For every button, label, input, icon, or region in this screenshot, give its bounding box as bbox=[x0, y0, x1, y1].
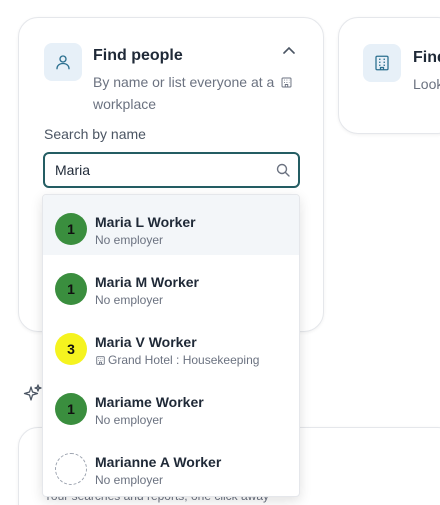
chevron-up-icon[interactable] bbox=[281, 42, 297, 58]
search-input-value[interactable]: Maria bbox=[55, 162, 90, 178]
result-employer: No employer bbox=[95, 233, 164, 247]
building-icon bbox=[95, 355, 106, 369]
find-people-description: By name or list everyone at a workplace bbox=[93, 72, 308, 114]
sparkle-icon bbox=[22, 383, 44, 405]
result-employer-text: Grand Hotel : Housekeeping bbox=[108, 353, 260, 367]
status-badge bbox=[55, 453, 87, 485]
result-name: Maria V Worker bbox=[95, 334, 197, 350]
result-item[interactable]: 3 Maria V Worker Grand Hotel : Housekeep… bbox=[43, 315, 299, 375]
result-name: Maria L Worker bbox=[95, 214, 196, 230]
status-badge: 1 bbox=[55, 273, 87, 305]
result-item[interactable]: 1 Maria L Worker No employer bbox=[43, 195, 299, 255]
find-workplace-card[interactable]: Find Look bbox=[338, 17, 440, 134]
result-name: Marianne A Worker bbox=[95, 454, 222, 470]
person-icon bbox=[44, 43, 82, 81]
find-people-desc-text: By name or list everyone at a bbox=[93, 74, 275, 90]
result-name: Maria M Worker bbox=[95, 274, 199, 290]
result-item[interactable]: 1 Mariame Worker No employer bbox=[43, 375, 299, 435]
status-badge: 1 bbox=[55, 213, 87, 245]
building-icon bbox=[363, 44, 401, 82]
result-item[interactable]: Marianne A Worker No employer bbox=[43, 435, 299, 495]
result-employer: No employer bbox=[95, 413, 164, 427]
search-icon[interactable] bbox=[276, 163, 290, 177]
building-icon bbox=[280, 74, 293, 94]
search-results-dropdown: 1 Maria L Worker No employer 1 Maria M W… bbox=[42, 194, 300, 497]
find-workplace-title: Find bbox=[413, 49, 440, 66]
search-label: Search by name bbox=[44, 126, 146, 142]
status-badge: 1 bbox=[55, 393, 87, 425]
result-item[interactable]: 1 Maria M Worker No employer bbox=[43, 255, 299, 315]
find-people-title: Find people bbox=[93, 47, 183, 64]
result-name: Mariame Worker bbox=[95, 394, 204, 410]
find-people-desc-workplace: workplace bbox=[93, 96, 157, 112]
result-employer: No employer bbox=[95, 293, 164, 307]
result-employer: No employer bbox=[95, 473, 164, 487]
search-input[interactable]: Maria bbox=[43, 152, 300, 188]
status-badge: 3 bbox=[55, 333, 87, 365]
find-workplace-description: Look bbox=[413, 76, 440, 92]
result-employer: Grand Hotel : Housekeeping bbox=[95, 353, 259, 369]
